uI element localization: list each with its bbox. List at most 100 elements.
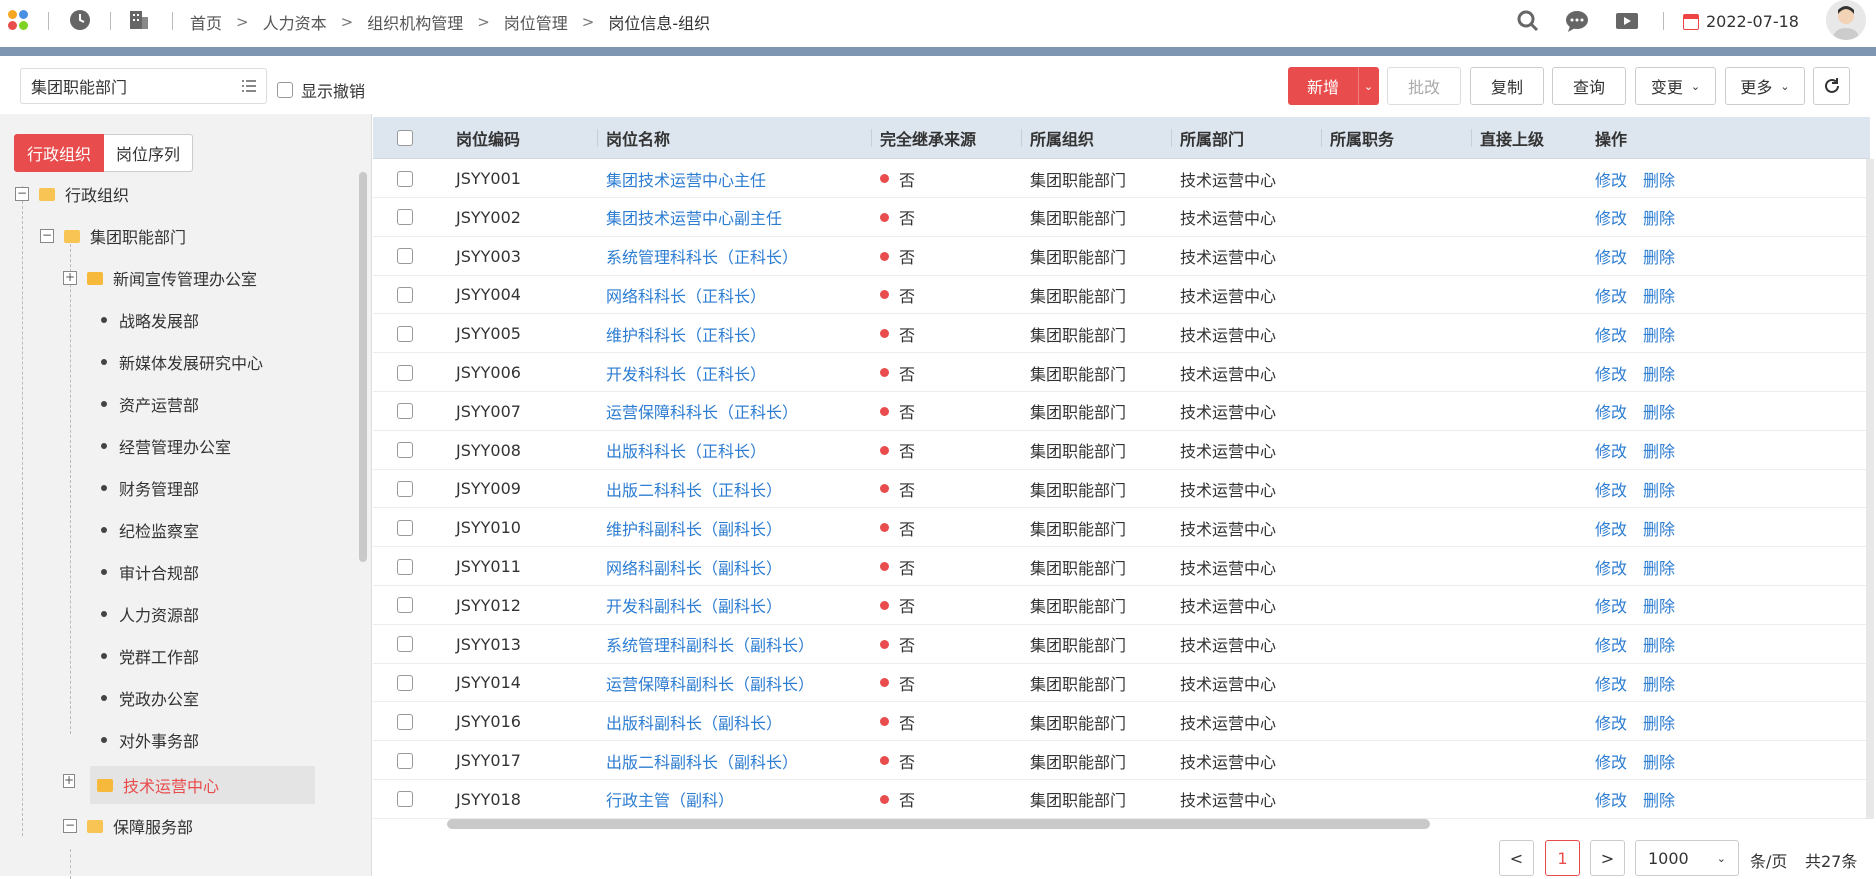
row-select-cell[interactable] — [397, 663, 413, 702]
edit-link[interactable]: 修改 — [1595, 283, 1627, 307]
header-code[interactable]: 岗位编码 — [456, 117, 520, 159]
header-superior[interactable]: 直接上级 — [1480, 117, 1544, 159]
tab-admin-org[interactable]: 行政组织 — [14, 134, 105, 172]
delete-link[interactable]: 删除 — [1643, 244, 1675, 268]
tree-node-leaf[interactable]: 战略发展部 — [101, 305, 199, 335]
query-button[interactable]: 查询 — [1552, 67, 1626, 105]
delete-link[interactable]: 删除 — [1643, 205, 1675, 229]
avatar[interactable] — [1826, 0, 1866, 40]
search-icon[interactable] — [1515, 8, 1541, 34]
edit-link[interactable]: 修改 — [1595, 322, 1627, 346]
table-row[interactable]: JSYY002 集团技术运营中心副主任 否 集团职能部门 技术运营中心 修改 删除 — [373, 198, 1870, 237]
row-select-cell[interactable] — [397, 625, 413, 664]
row-checkbox[interactable] — [397, 674, 413, 691]
edit-link[interactable]: 修改 — [1595, 205, 1627, 229]
delete-link[interactable]: 删除 — [1643, 593, 1675, 617]
delete-link[interactable]: 删除 — [1643, 787, 1675, 811]
header-name[interactable]: 岗位名称 — [606, 117, 670, 159]
edit-link[interactable]: 修改 — [1595, 399, 1627, 423]
tree-node-leaf[interactable]: 财务管理部 — [101, 473, 199, 503]
clock-icon[interactable] — [68, 8, 92, 32]
row-checkbox[interactable] — [397, 713, 413, 730]
post-name-link[interactable]: 网络科副科长（副科长） — [606, 547, 782, 586]
refresh-button[interactable] — [1813, 67, 1850, 105]
table-row[interactable]: JSYY018 行政主管（副科） 否 集团职能部门 技术运营中心 修改 删除 — [373, 780, 1870, 819]
next-page-button[interactable]: > — [1590, 840, 1625, 876]
copy-button[interactable]: 复制 — [1470, 67, 1544, 105]
post-name-link[interactable]: 运营保障科副科长（副科长） — [606, 663, 814, 702]
delete-link[interactable]: 删除 — [1643, 710, 1675, 734]
delete-link[interactable]: 删除 — [1643, 555, 1675, 579]
row-select-cell[interactable] — [397, 780, 413, 819]
delete-link[interactable]: 删除 — [1643, 438, 1675, 462]
video-icon[interactable] — [1614, 8, 1640, 34]
delete-link[interactable]: 删除 — [1643, 322, 1675, 346]
table-row[interactable]: JSYY013 系统管理科副科长（副科长） 否 集团职能部门 技术运营中心 修改 删除 — [373, 625, 1870, 664]
show-revoked-checkbox[interactable] — [277, 82, 293, 98]
collapse-icon[interactable]: − — [63, 819, 77, 833]
row-checkbox[interactable] — [397, 170, 413, 187]
edit-link[interactable]: 修改 — [1595, 593, 1627, 617]
row-select-cell[interactable] — [397, 392, 413, 431]
table-row[interactable]: JSYY014 运营保障科副科长（副科长） 否 集团职能部门 技术运营中心 修改 删除 — [373, 663, 1870, 703]
header-duty[interactable]: 所属职务 — [1330, 117, 1394, 159]
delete-link[interactable]: 删除 — [1643, 516, 1675, 540]
tree-node-tech-selected[interactable]: 技术运营中心 — [90, 766, 315, 804]
expand-icon[interactable]: + — [63, 774, 76, 788]
table-row[interactable]: JSYY003 系统管理科科长（正科长） 否 集团职能部门 技术运营中心 修改 删除 — [373, 237, 1870, 276]
post-name-link[interactable]: 维护科副科长（副科长） — [606, 508, 782, 547]
post-name-link[interactable]: 行政主管（副科） — [606, 780, 734, 819]
tree-node-group-func[interactable]: − 集团职能部门 — [40, 221, 186, 251]
row-checkbox[interactable] — [397, 442, 413, 459]
table-row[interactable]: JSYY016 出版科副科长（副科长） 否 集团职能部门 技术运营中心 修改 删除 — [373, 702, 1870, 742]
header-dept[interactable]: 所属部门 — [1180, 117, 1244, 159]
edit-link[interactable]: 修改 — [1595, 671, 1627, 695]
row-checkbox[interactable] — [397, 209, 413, 226]
more-button[interactable]: 更多 ⌄ — [1725, 67, 1805, 105]
tree-node-news[interactable]: + 新闻宣传管理办公室 — [63, 263, 257, 293]
post-name-link[interactable]: 网络科科长（正科长） — [606, 275, 766, 314]
row-select-cell[interactable] — [397, 508, 413, 547]
breadcrumb-hr[interactable]: 人力资本 — [263, 10, 327, 34]
post-name-link[interactable]: 维护科科长（正科长） — [606, 314, 766, 353]
page-1-button[interactable]: 1 — [1545, 840, 1580, 876]
row-checkbox[interactable] — [397, 248, 413, 265]
building-icon[interactable] — [127, 8, 151, 32]
edit-link[interactable]: 修改 — [1595, 361, 1627, 385]
row-checkbox[interactable] — [397, 597, 413, 614]
row-select-cell[interactable] — [397, 198, 413, 237]
edit-link[interactable]: 修改 — [1595, 244, 1627, 268]
row-select-cell[interactable] — [397, 586, 413, 625]
delete-link[interactable]: 删除 — [1643, 361, 1675, 385]
table-row[interactable]: JSYY001 集团技术运营中心主任 否 集团职能部门 技术运营中心 修改 删除 — [373, 159, 1870, 198]
breadcrumb-post-mgmt[interactable]: 岗位管理 — [504, 10, 568, 34]
chat-icon[interactable] — [1564, 8, 1590, 34]
table-row[interactable]: JSYY011 网络科副科长（副科长） 否 集团职能部门 技术运营中心 修改 删除 — [373, 547, 1870, 586]
tree-node-leaf[interactable]: 党政办公室 — [101, 683, 199, 713]
edit-link[interactable]: 修改 — [1595, 749, 1627, 773]
delete-link[interactable]: 删除 — [1643, 283, 1675, 307]
row-select-cell[interactable] — [397, 237, 413, 276]
tab-post-seq[interactable]: 岗位序列 — [104, 134, 194, 172]
tree-node-leaf[interactable]: 审计合规部 — [101, 557, 199, 587]
edit-link[interactable]: 修改 — [1595, 555, 1627, 579]
table-row[interactable]: JSYY009 出版二科科长（正科长） 否 集团职能部门 技术运营中心 修改 删除 — [373, 469, 1870, 509]
tree-node-leaf[interactable]: 人力资源部 — [101, 599, 199, 629]
row-checkbox[interactable] — [397, 364, 413, 381]
post-name-link[interactable]: 系统管理科科长（正科长） — [606, 237, 798, 276]
table-row[interactable]: JSYY007 运营保障科科长（正科长） 否 集团职能部门 技术运营中心 修改 删除 — [373, 392, 1870, 431]
header-inherit[interactable]: 完全继承来源 — [880, 117, 976, 159]
collapse-icon[interactable]: − — [40, 229, 54, 243]
logo-icon[interactable] — [8, 10, 30, 32]
tree-node-leaf[interactable]: 党群工作部 — [101, 641, 199, 671]
row-select-cell[interactable] — [397, 702, 413, 741]
post-name-link[interactable]: 出版科副科长（副科长） — [606, 702, 782, 741]
select-all-checkbox[interactable] — [397, 130, 413, 146]
row-select-cell[interactable] — [397, 159, 413, 198]
org-select-input[interactable]: 集团职能部门 — [20, 68, 267, 104]
row-select-cell[interactable] — [397, 741, 413, 780]
row-checkbox[interactable] — [397, 403, 413, 420]
row-checkbox[interactable] — [397, 636, 413, 653]
table-row[interactable]: JSYY010 维护科副科长（副科长） 否 集团职能部门 技术运营中心 修改 删除 — [373, 508, 1870, 548]
post-name-link[interactable]: 出版二科副科长（副科长） — [606, 741, 798, 780]
